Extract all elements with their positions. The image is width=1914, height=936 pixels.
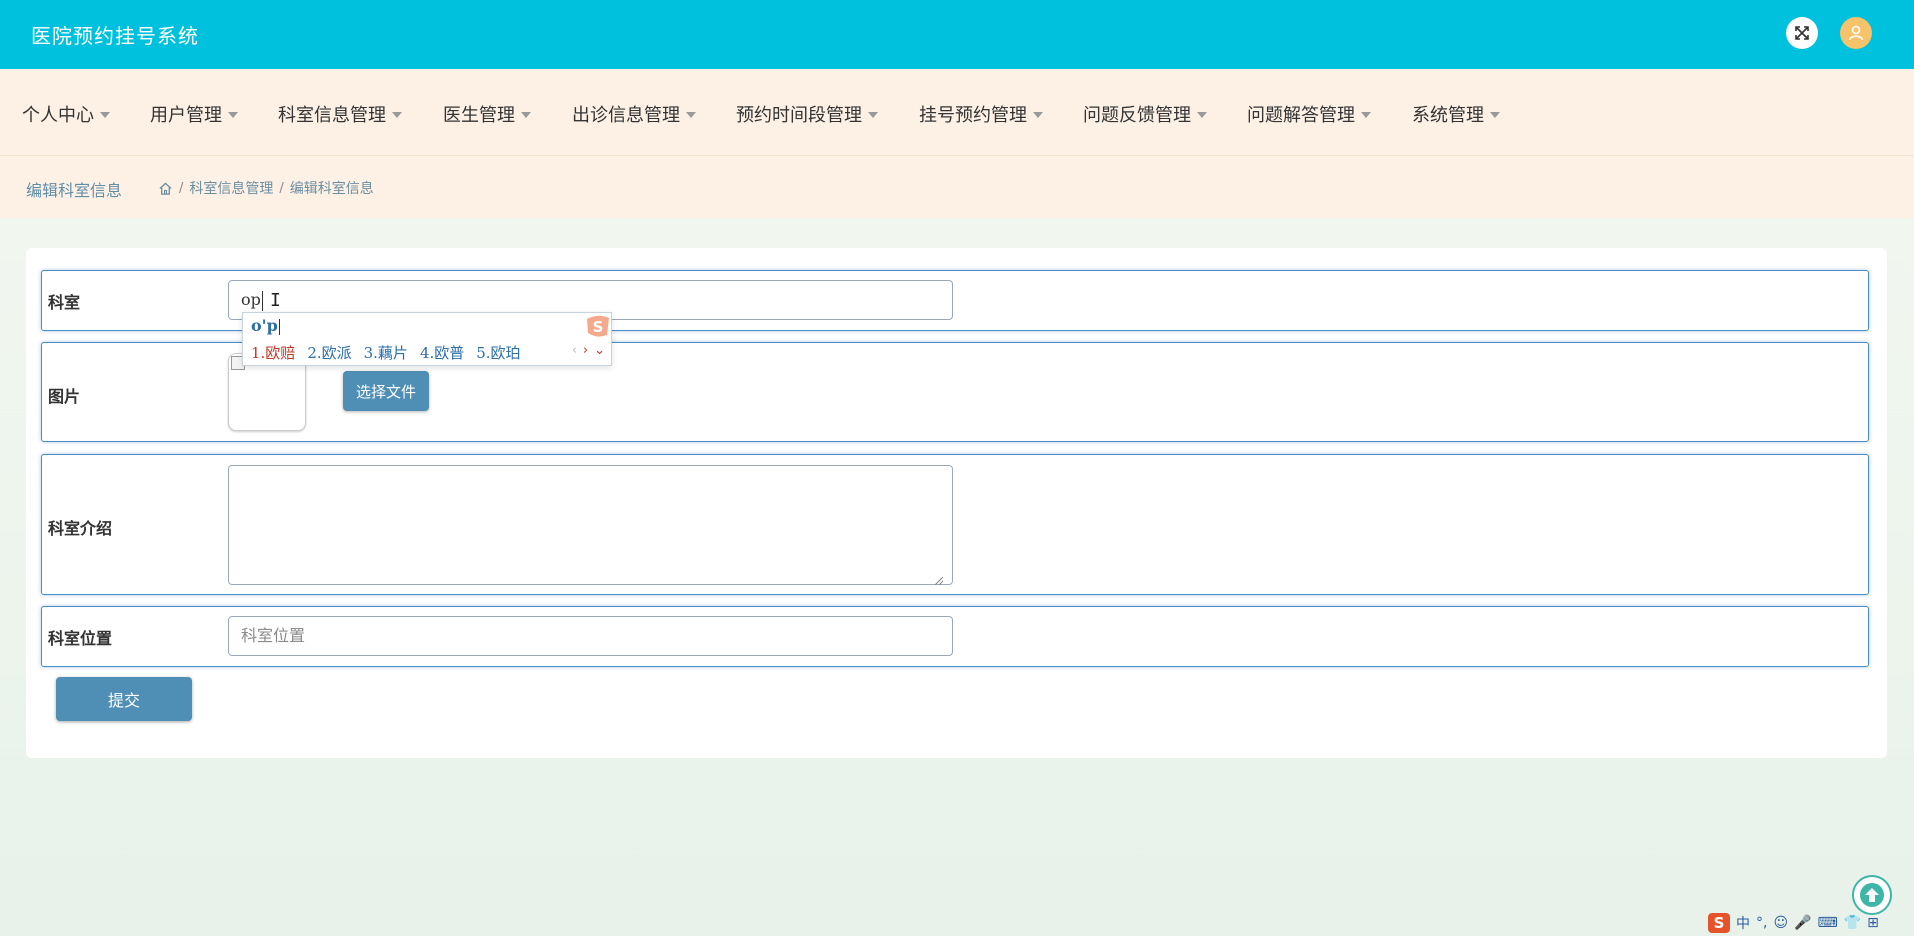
ime-tray: S 中 °, ☺ 🎤 ⌨ 👕 ⊞ <box>1708 912 1879 934</box>
nav-item-doctor-management[interactable]: 医生管理 <box>443 101 531 127</box>
form-row-location: 科室位置 科室位置 <box>41 606 1869 667</box>
resize-grip-icon[interactable] <box>935 577 943 585</box>
caret-down-icon <box>100 112 110 118</box>
expand-icon <box>1795 26 1809 40</box>
breadcrumb-item-department[interactable]: 科室信息管理 <box>189 178 273 198</box>
tray-punctuation[interactable]: °, <box>1756 915 1767 931</box>
caret-down-icon <box>521 112 531 118</box>
nav-item-appointment[interactable]: 挂号预约管理 <box>919 101 1043 127</box>
nav-label: 预约时间段管理 <box>736 105 862 126</box>
tray-emoji-icon[interactable]: ☺ <box>1773 915 1788 931</box>
tray-keyboard-icon[interactable]: ⌨ <box>1818 915 1838 931</box>
nav-item-time-slot[interactable]: 预约时间段管理 <box>736 101 878 127</box>
image-label: 图片 <box>48 387 81 406</box>
ime-candidate[interactable]: 3.藕片 <box>364 342 408 363</box>
ibeam-cursor-icon: I <box>270 290 281 311</box>
expand-candidates-icon[interactable]: ⌄ <box>594 343 605 358</box>
nav-label: 挂号预约管理 <box>919 105 1027 126</box>
ime-candidate[interactable]: 5.欧珀 <box>476 342 520 363</box>
tray-menu-icon[interactable]: ⊞ <box>1867 915 1879 931</box>
prev-page-icon[interactable]: ‹ <box>572 343 577 358</box>
caret-down-icon <box>686 112 696 118</box>
nav-item-user-management[interactable]: 用户管理 <box>150 101 238 127</box>
nav-label: 个人中心 <box>22 105 94 126</box>
caret-down-icon <box>1490 112 1500 118</box>
sogou-logo-text: S <box>593 318 604 336</box>
location-input[interactable]: 科室位置 <box>228 616 953 656</box>
ime-candidate[interactable]: 1.欧赔 <box>251 342 295 363</box>
sogou-tray-logo-icon[interactable]: S <box>1708 913 1730 933</box>
nav-item-system[interactable]: 系统管理 <box>1412 101 1500 127</box>
ime-paging: ‹ › ⌄ <box>572 343 605 358</box>
caret-down-icon <box>228 112 238 118</box>
breadcrumb-bar: 编辑科室信息 / 科室信息管理 / 编辑科室信息 <box>0 156 1914 218</box>
home-icon[interactable] <box>158 181 173 196</box>
app-title: 医院预约挂号系统 <box>31 24 199 48</box>
top-header: 医院预约挂号系统 <box>0 0 1914 69</box>
nav-label: 科室信息管理 <box>278 105 386 126</box>
page-title: 编辑科室信息 <box>26 181 123 200</box>
ime-caret <box>278 318 280 335</box>
nav-item-personal-center[interactable]: 个人中心 <box>22 101 110 127</box>
ime-candidates: 1.欧赔 2.欧派 3.藕片 4.欧普 5.欧珀 <box>251 342 521 363</box>
tray-chinese-mode[interactable]: 中 <box>1736 913 1750 933</box>
fullscreen-button[interactable] <box>1786 17 1818 49</box>
nav-label: 用户管理 <box>150 105 222 126</box>
intro-textarea[interactable] <box>228 465 953 585</box>
nav-label: 系统管理 <box>1412 105 1484 126</box>
caret-down-icon <box>1197 112 1207 118</box>
text-caret <box>261 290 263 311</box>
nav-item-clinic-schedule[interactable]: 出诊信息管理 <box>572 101 696 127</box>
submit-button[interactable]: 提交 <box>56 677 192 721</box>
back-to-top-button[interactable] <box>1852 875 1892 915</box>
sogou-logo-icon: S <box>587 315 609 337</box>
intro-label: 科室介绍 <box>48 519 113 538</box>
ime-composition: o'p <box>251 316 280 335</box>
arrow-up-icon <box>1860 883 1884 907</box>
location-placeholder: 科室位置 <box>241 626 306 645</box>
location-label: 科室位置 <box>48 629 113 648</box>
caret-down-icon <box>1033 112 1043 118</box>
breadcrumb-item-current: 编辑科室信息 <box>289 181 374 197</box>
caret-down-icon <box>392 112 402 118</box>
choose-file-button[interactable]: 选择文件 <box>343 371 429 411</box>
department-input-value: op <box>241 290 261 309</box>
caret-down-icon <box>868 112 878 118</box>
main-nav: 个人中心 用户管理 科室信息管理 医生管理 出诊信息管理 预约时间段管理 挂号预… <box>0 69 1914 156</box>
breadcrumb: / 科室信息管理 / 编辑科室信息 <box>158 178 374 198</box>
user-avatar-icon <box>1848 25 1864 41</box>
ime-candidate-popup: o'p S 1.欧赔 2.欧派 3.藕片 4.欧普 5.欧珀 ‹ › ⌄ <box>242 312 612 366</box>
nav-label: 问题解答管理 <box>1247 105 1355 126</box>
nav-label: 出诊信息管理 <box>572 105 680 126</box>
breadcrumb-separator: / <box>179 180 184 196</box>
nav-item-feedback[interactable]: 问题反馈管理 <box>1083 101 1207 127</box>
department-label: 科室 <box>48 293 81 312</box>
form-row-intro: 科室介绍 <box>41 454 1869 595</box>
nav-item-answer[interactable]: 问题解答管理 <box>1247 101 1371 127</box>
nav-label: 医生管理 <box>443 105 515 126</box>
ime-candidate[interactable]: 2.欧派 <box>307 342 351 363</box>
tray-microphone-icon[interactable]: 🎤 <box>1794 915 1811 931</box>
nav-label: 问题反馈管理 <box>1083 105 1191 126</box>
ime-composition-text: o'p <box>251 316 278 335</box>
tray-skin-icon[interactable]: 👕 <box>1844 915 1861 931</box>
caret-down-icon <box>1361 112 1371 118</box>
ime-candidate[interactable]: 4.欧普 <box>420 342 464 363</box>
nav-item-department-management[interactable]: 科室信息管理 <box>278 101 402 127</box>
user-avatar-button[interactable] <box>1840 17 1872 49</box>
next-page-icon[interactable]: › <box>583 343 588 358</box>
breadcrumb-separator: / <box>279 180 284 196</box>
